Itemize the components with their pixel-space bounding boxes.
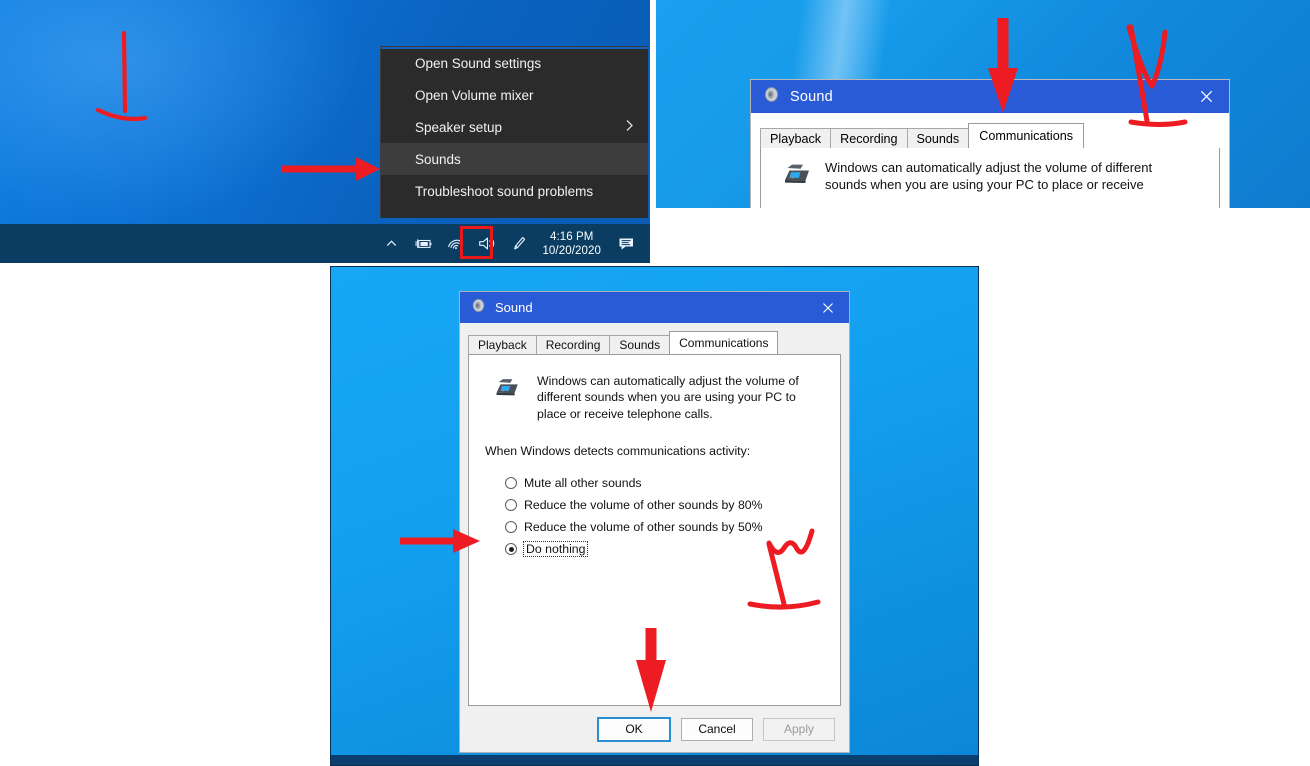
sound-speaker-icon [471, 298, 486, 318]
menu-item-label: Troubleshoot sound problems [415, 183, 594, 199]
clock-date: 10/20/2020 [542, 244, 601, 257]
dialog-button-bar: OK Cancel Apply [460, 706, 849, 752]
menu-item-label: Speaker setup [415, 119, 503, 135]
chevron-right-icon [625, 119, 634, 135]
tab-label: Recording [840, 131, 898, 146]
menu-item-open-volume-mixer[interactable]: Open Volume mixer [381, 79, 648, 111]
menu-item-label: Sounds [415, 151, 461, 167]
options-group-label: When Windows detects communications acti… [485, 444, 751, 459]
telephone-icon [781, 160, 811, 186]
chevron-up-icon[interactable] [375, 224, 407, 263]
tab-label: Playback [478, 338, 527, 352]
tab-label: Playback [770, 131, 822, 146]
menu-item-open-sound-settings[interactable]: Open Sound settings [381, 47, 648, 79]
close-icon[interactable] [807, 292, 849, 323]
battery-charging-icon[interactable] [407, 224, 439, 263]
panel-taskbar-context-menu: 4:16 PM 10/20/2020 Open Sound settings O… [0, 0, 650, 263]
dialog-title: Sound [495, 300, 533, 315]
panel-sound-dialog-top: Sound Playback Recording Sounds Communic… [655, 0, 1310, 208]
apply-button: Apply [763, 717, 835, 741]
tab-communications[interactable]: Communications [968, 123, 1085, 148]
menu-item-label: Open Sound settings [415, 55, 542, 71]
cancel-button[interactable]: Cancel [681, 717, 753, 741]
button-label: Cancel [698, 722, 736, 736]
tab-communications[interactable]: Communications [669, 331, 779, 354]
tab-label: Recording [545, 338, 601, 352]
dialog-titlebar: Sound [460, 292, 849, 323]
clock-time: 4:16 PM [549, 230, 594, 243]
taskbar-clock[interactable]: 4:16 PM 10/20/2020 [535, 230, 610, 258]
annotation-highlight-volume-icon [460, 226, 493, 259]
menu-item-sounds[interactable]: Sounds [381, 143, 648, 175]
radio-option-mute-all[interactable]: Mute all other sounds [505, 472, 826, 494]
tab-label: Sounds [619, 338, 661, 352]
volume-context-menu: Open Sound settings Open Volume mixer Sp… [380, 46, 648, 218]
system-tray: 4:16 PM 10/20/2020 [375, 224, 650, 263]
sound-dialog-partial: Sound Playback Recording Sounds Communic… [751, 80, 1229, 208]
tab-playback[interactable]: Playback [468, 335, 537, 354]
pen-workspace-icon[interactable] [503, 224, 535, 263]
radio-option-do-nothing[interactable]: Do nothing [505, 538, 826, 560]
radio-indicator [505, 499, 517, 512]
tab-label: Sounds [916, 131, 960, 146]
taskbar: 4:16 PM 10/20/2020 [0, 224, 650, 263]
menu-item-label: Open Volume mixer [415, 87, 534, 103]
wallpaper-glow [0, 0, 380, 240]
tab-recording[interactable]: Recording [830, 128, 908, 148]
sound-dialog: Sound Playback Recording Sounds Communic… [460, 292, 849, 752]
close-icon[interactable] [1183, 80, 1229, 113]
radio-option-reduce-50[interactable]: Reduce the volume of other sounds by 50% [505, 516, 826, 538]
dialog-title: Sound [790, 88, 833, 105]
tab-label: Communications [679, 336, 769, 350]
radio-indicator [505, 521, 517, 534]
tabpanel-communications: Windows can automatically adjust the vol… [760, 148, 1220, 208]
screenshot-root: 4:16 PM 10/20/2020 Open Sound settings O… [0, 0, 1310, 766]
radio-label: Reduce the volume of other sounds by 80% [524, 498, 763, 513]
panel-sound-dialog-full: Sound Playback Recording Sounds Communic… [330, 266, 979, 766]
description-row: Windows can automatically adjust the vol… [483, 369, 826, 422]
telephone-icon [493, 374, 523, 400]
communications-options: Mute all other sounds Reduce the volume … [505, 472, 826, 560]
sound-speaker-icon [763, 86, 780, 108]
radio-option-reduce-80[interactable]: Reduce the volume of other sounds by 80% [505, 494, 826, 516]
tabpanel-communications: Windows can automatically adjust the vol… [468, 354, 841, 706]
tab-label: Communications [979, 129, 1074, 143]
taskbar-strip [331, 755, 978, 765]
radio-label: Do nothing [522, 541, 589, 558]
ok-button[interactable]: OK [597, 716, 671, 742]
tab-sounds[interactable]: Sounds [609, 335, 671, 354]
tab-playback[interactable]: Playback [760, 128, 832, 148]
tab-strip: Playback Recording Sounds Communications [460, 331, 849, 354]
button-label: OK [625, 722, 643, 736]
menu-item-speaker-setup[interactable]: Speaker setup [381, 111, 648, 143]
menu-item-troubleshoot-sound-problems[interactable]: Troubleshoot sound problems [381, 175, 648, 207]
radio-label: Reduce the volume of other sounds by 50% [524, 520, 763, 535]
radio-indicator-selected [505, 543, 517, 556]
dialog-description: Windows can automatically adjust the vol… [537, 374, 799, 421]
radio-label: Mute all other sounds [524, 476, 642, 491]
button-label: Apply [783, 722, 815, 736]
tab-recording[interactable]: Recording [535, 335, 611, 354]
tab-sounds[interactable]: Sounds [906, 128, 970, 148]
dialog-titlebar: Sound [751, 80, 1229, 113]
dialog-description: Windows can automatically adjust the vol… [825, 160, 1153, 192]
action-center-icon[interactable] [610, 224, 644, 263]
radio-indicator [505, 477, 517, 490]
